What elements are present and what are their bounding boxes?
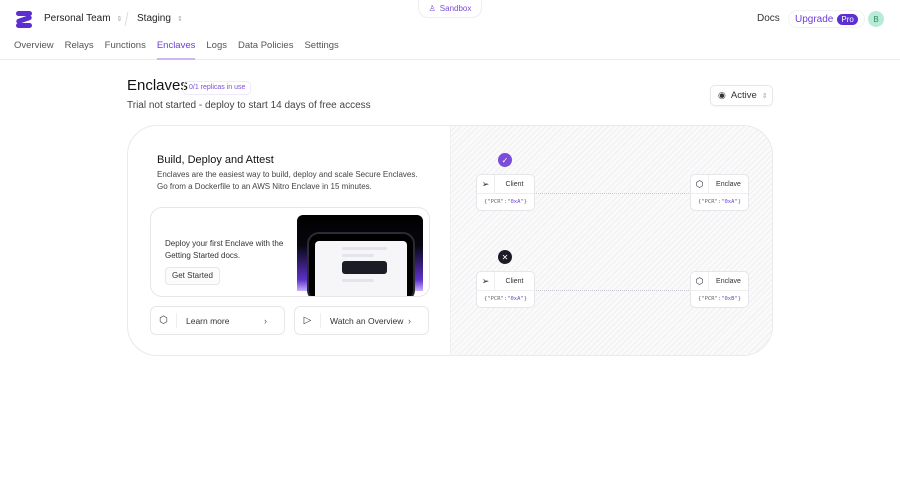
pcr-key: "PCR" bbox=[487, 199, 504, 205]
cube-icon: ⬡ bbox=[691, 174, 709, 194]
cursor-icon: ➢ bbox=[477, 271, 495, 291]
pcr-val: "0xA" bbox=[507, 296, 524, 302]
pcr-val: "0xA" bbox=[507, 199, 524, 205]
chevron-updown-icon: ⇕ bbox=[176, 15, 183, 23]
docs-link[interactable]: Docs bbox=[757, 13, 780, 24]
chevron-right-icon: › bbox=[408, 315, 411, 326]
client-node: ➢ Client {"PCR":"0xA"} bbox=[476, 174, 535, 211]
upgrade-label: Upgrade bbox=[795, 13, 834, 25]
learn-more-label: Learn more bbox=[186, 315, 230, 326]
pcr-key: "PCR" bbox=[701, 199, 718, 205]
pcr-value: {"PCR":"0xA"} bbox=[697, 199, 742, 205]
upgrade-button[interactable]: Upgrade Pro bbox=[788, 10, 865, 28]
pcr-key: "PCR" bbox=[487, 296, 504, 302]
chevron-updown-icon: ⇕ bbox=[116, 15, 123, 23]
connection-line bbox=[536, 193, 691, 194]
chevron-updown-icon: ⇕ bbox=[761, 92, 768, 100]
learn-more-button[interactable]: ⬡ Learn more › bbox=[150, 306, 285, 335]
cube-icon: ⬡ bbox=[151, 313, 177, 328]
tab-functions[interactable]: Functions bbox=[105, 40, 146, 60]
card-heading: Build, Deploy and Attest bbox=[157, 154, 274, 166]
tab-logs[interactable]: Logs bbox=[206, 40, 227, 60]
enclave-node: ⬡ Enclave {"PCR":"0xB"} bbox=[690, 271, 749, 308]
pcr-key: "PCR" bbox=[701, 296, 718, 302]
watch-overview-button[interactable]: ▷ Watch an Overview › bbox=[294, 306, 429, 335]
tab-enclaves[interactable]: Enclaves bbox=[156, 40, 195, 60]
diagram-panel: ✓ ➢ Client {"PCR":"0xA"} ⬡ Enclave {"PCR":"0… bbox=[450, 126, 772, 355]
client-node: ➢ Client {"PCR":"0xA"} bbox=[476, 271, 535, 308]
get-started-button[interactable]: Get Started bbox=[165, 267, 220, 285]
cursor-icon: ➢ bbox=[477, 174, 495, 194]
node-label: Client bbox=[505, 180, 524, 188]
top-bar: Personal Team ⇕ Staging ⇕ ♙ Sandbox Docs Up… bbox=[0, 0, 900, 60]
node-label: Enclave bbox=[716, 180, 741, 188]
node-label: Enclave bbox=[716, 277, 741, 285]
chevron-right-icon: › bbox=[264, 315, 267, 326]
play-icon: ▷ bbox=[295, 313, 321, 328]
sandbox-label: Sandbox bbox=[439, 3, 472, 13]
replicas-badge: 0/1 replicas in use bbox=[183, 81, 252, 95]
pcr-val: "0xA" bbox=[721, 199, 738, 205]
connection-line bbox=[536, 290, 691, 291]
x-icon: ✕ bbox=[498, 250, 512, 264]
eye-icon: ◉ bbox=[718, 90, 726, 100]
tab-data-policies[interactable]: Data Policies bbox=[238, 40, 293, 60]
getting-started-panel: Deploy your first Enclave with the Getti… bbox=[150, 207, 430, 297]
tab-relays[interactable]: Relays bbox=[65, 40, 94, 60]
divider bbox=[124, 12, 129, 26]
pcr-value: {"PCR":"0xA"} bbox=[483, 199, 528, 205]
page-title: Enclaves bbox=[127, 77, 188, 94]
sandbox-tab[interactable]: ♙ Sandbox bbox=[418, 0, 482, 18]
plan-badge: Pro bbox=[837, 13, 858, 25]
tab-overview[interactable]: Overview bbox=[14, 40, 54, 60]
preview-illustration bbox=[297, 215, 423, 296]
user-icon: ♙ bbox=[428, 3, 436, 13]
getting-started-text: Deploy your first Enclave with the Getti… bbox=[165, 239, 284, 260]
environment-name: Staging bbox=[137, 13, 171, 24]
pcr-value: {"PCR":"0xA"} bbox=[483, 296, 528, 302]
check-icon: ✓ bbox=[498, 153, 512, 167]
avatar[interactable]: B bbox=[868, 11, 884, 27]
logo-icon[interactable] bbox=[15, 11, 33, 28]
onboarding-card: ✓ ➢ Client {"PCR":"0xA"} ⬡ Enclave {"PCR":"0… bbox=[127, 125, 773, 356]
tab-settings[interactable]: Settings bbox=[304, 40, 338, 60]
pcr-val: "0xB" bbox=[721, 296, 738, 302]
node-label: Client bbox=[505, 277, 524, 285]
pcr-value: {"PCR":"0xB"} bbox=[697, 296, 742, 302]
cube-icon: ⬡ bbox=[691, 271, 709, 291]
enclave-node: ⬡ Enclave {"PCR":"0xA"} bbox=[690, 174, 749, 211]
nav-tabs: Overview Relays Functions Enclaves Logs … bbox=[14, 40, 350, 60]
status-filter-select[interactable]: ◉ Active ⇕ bbox=[710, 85, 773, 106]
page-subtitle: Trial not started - deploy to start 14 d… bbox=[127, 100, 371, 111]
team-switcher[interactable]: Personal Team ⇕ bbox=[44, 13, 122, 24]
status-filter-value: Active bbox=[730, 90, 757, 101]
environment-switcher[interactable]: Staging ⇕ bbox=[137, 13, 183, 24]
card-description: Enclaves are the easiest way to build, d… bbox=[157, 170, 418, 191]
team-name: Personal Team bbox=[44, 13, 111, 24]
watch-overview-label: Watch an Overview bbox=[330, 315, 404, 326]
